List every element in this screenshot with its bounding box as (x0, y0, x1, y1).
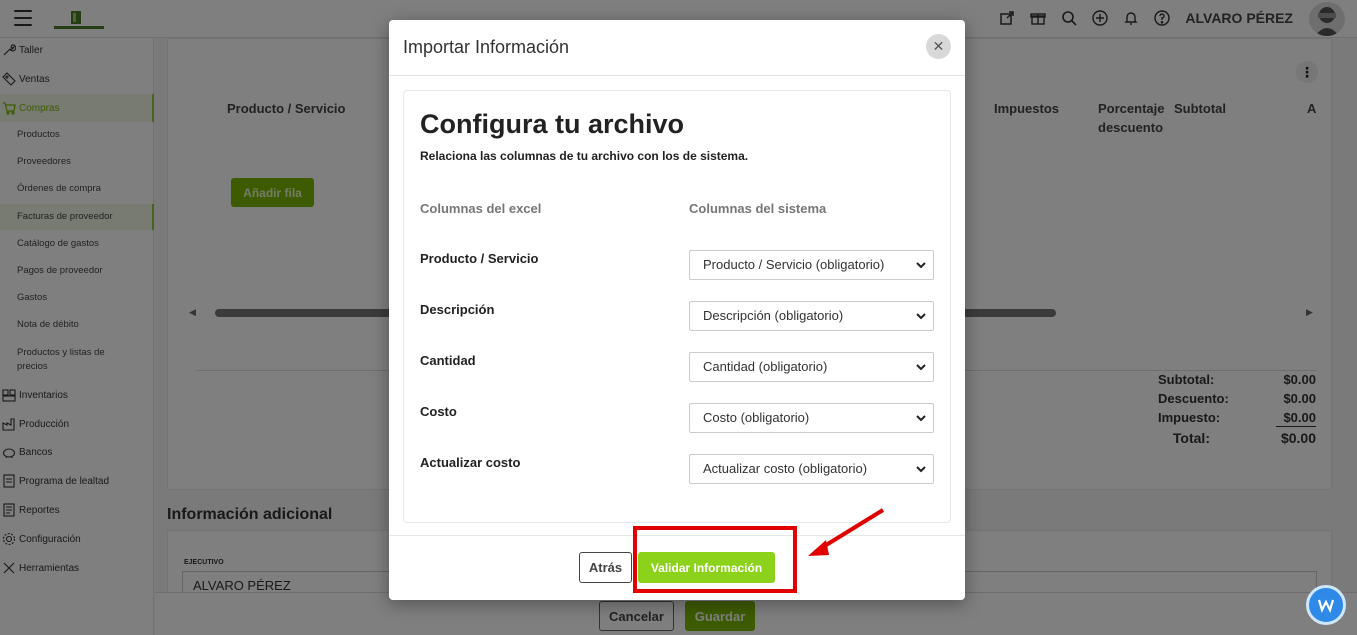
excel-columns-label: Columnas del excel (420, 201, 542, 216)
config-heading: Configura tu archivo (420, 109, 685, 139)
chevron-down-icon (916, 415, 926, 422)
annotation-arrow-icon (808, 508, 885, 556)
mapping-select-costo[interactable]: Costo (obligatorio) (689, 403, 934, 433)
select-value: Actualizar costo (obligatorio) (703, 461, 868, 476)
mapping-row-label: Descripción (420, 302, 495, 317)
system-columns-label: Columnas del sistema (689, 201, 827, 216)
mapping-select-descripcion[interactable]: Descripción (obligatorio) (689, 301, 934, 331)
mapping-row-label: Cantidad (420, 353, 476, 368)
chat-support-icon[interactable] (1306, 585, 1346, 625)
annotation-highlight-box (633, 526, 797, 593)
divider (389, 75, 965, 76)
select-value: Cantidad (obligatorio) (703, 359, 828, 374)
mapping-row-label: Actualizar costo (420, 455, 521, 470)
back-button[interactable]: Atrás (579, 552, 632, 583)
config-subheading: Relaciona las columnas de tu archivo con… (420, 149, 749, 163)
mapping-select-producto[interactable]: Producto / Servicio (obligatorio) (689, 250, 934, 280)
close-icon[interactable]: ✕ (926, 34, 951, 59)
chevron-down-icon (916, 313, 926, 320)
mapping-row-label: Producto / Servicio (420, 251, 539, 266)
select-value: Producto / Servicio (obligatorio) (703, 257, 885, 272)
mapping-select-actualizar-costo[interactable]: Actualizar costo (obligatorio) (689, 454, 934, 484)
chevron-down-icon (916, 262, 926, 269)
chevron-down-icon (916, 466, 926, 473)
select-value: Costo (obligatorio) (703, 410, 810, 425)
select-value: Descripción (obligatorio) (703, 308, 844, 323)
mapping-row-label: Costo (420, 404, 457, 419)
mapping-card: Configura tu archivo Relaciona las colum… (403, 90, 951, 523)
mapping-select-cantidad[interactable]: Cantidad (obligatorio) (689, 352, 934, 382)
chevron-down-icon (916, 364, 926, 371)
modal-title: Importar Información (403, 37, 570, 57)
